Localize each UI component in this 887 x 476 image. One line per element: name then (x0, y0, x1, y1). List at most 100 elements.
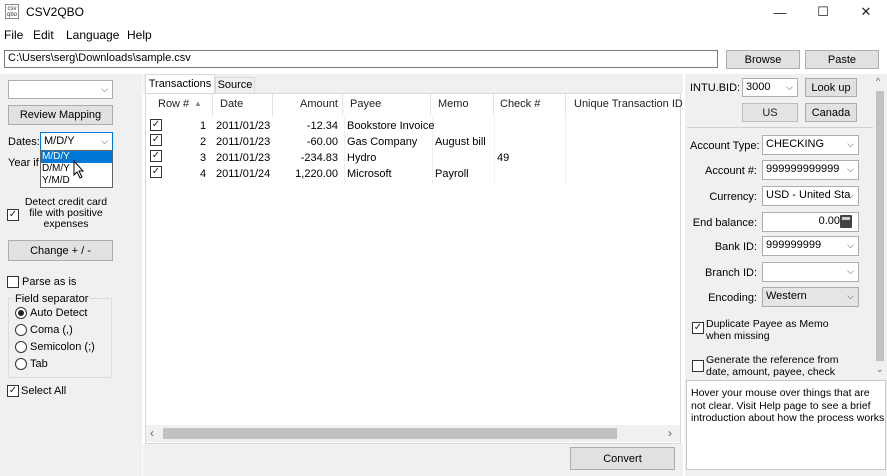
parse-as-is-checkbox[interactable] (7, 276, 19, 288)
lookup-button[interactable]: Look up (805, 78, 857, 97)
row-amount: 1,220.00 (295, 168, 338, 180)
row-checkbox[interactable]: ✓ (150, 119, 162, 131)
scroll-down-icon[interactable]: ⌄ (876, 364, 884, 375)
semicolon-radio[interactable] (15, 341, 27, 353)
row-payee: Gas Company (347, 136, 418, 148)
us-button[interactable]: US (742, 103, 798, 122)
generate-reference-checkbox[interactable] (692, 360, 704, 372)
canada-button[interactable]: Canada (805, 103, 857, 122)
col-header-payee[interactable]: Payee (350, 98, 381, 110)
row-payee: Hydro (347, 152, 377, 164)
row-amount: -60.00 (306, 136, 338, 148)
browse-button[interactable]: Browse (726, 50, 800, 69)
field-separator-group: Field separator Auto Detect Coma (,) Sem… (8, 293, 112, 378)
account-number-select[interactable]: 999999999999 ⌵ (762, 160, 859, 180)
col-header-check[interactable]: Check # (500, 98, 540, 110)
chevron-down-icon: ⌵ (101, 135, 108, 146)
scrollbar-thumb[interactable] (876, 91, 884, 361)
row-memo: Payroll (435, 168, 469, 180)
chevron-down-icon: ⌵ (847, 290, 854, 301)
auto-detect-radio[interactable] (15, 307, 27, 319)
row-number: 1 (200, 120, 207, 132)
row-date: 2011/01/24 (216, 168, 271, 180)
row-check: 49 (497, 152, 510, 164)
row-checkbox[interactable]: ✓ (150, 134, 162, 146)
bank-id-label: Bank ID: (714, 241, 757, 253)
chevron-down-icon: ⌵ (101, 83, 108, 94)
account-type-label: Account Type: (690, 140, 760, 152)
paste-button[interactable]: Paste (805, 50, 879, 69)
col-header-row[interactable]: Row # (158, 98, 189, 110)
convert-button[interactable]: Convert (570, 447, 675, 470)
profile-select[interactable]: ⌵ (8, 80, 113, 99)
branch-id-select[interactable]: ⌵ (762, 262, 859, 282)
chevron-down-icon: ⌵ (847, 163, 854, 174)
change-sign-button[interactable]: Change + / - (8, 240, 113, 261)
menu-language[interactable]: Language (66, 28, 119, 42)
auto-detect-label: Auto Detect (30, 307, 88, 319)
row-number: 2 (200, 136, 207, 148)
currency-label: Currency: (709, 191, 757, 203)
maximize-icon[interactable]: ☐ (803, 0, 843, 24)
row-checkbox[interactable]: ✓ (150, 166, 162, 178)
title-bar: csv qbo CSV2QBO — ☐ ✕ (0, 0, 887, 24)
encoding-select[interactable]: Western ⌵ (762, 287, 859, 307)
row-amount: -234.83 (300, 152, 338, 164)
detect-credit-checkbox[interactable]: ✓ (7, 209, 19, 221)
dates-select[interactable]: M/D/Y ⌵ (40, 132, 113, 151)
row-memo: August bill (435, 136, 486, 148)
scroll-up-icon[interactable]: ^ (876, 76, 880, 86)
row-number: 3 (200, 152, 207, 164)
tab-radio[interactable] (15, 358, 27, 370)
calculator-icon[interactable] (840, 215, 852, 228)
currency-select[interactable]: USD - United Sta ⌵ (762, 186, 859, 206)
row-checkbox[interactable]: ✓ (150, 150, 162, 162)
mouse-cursor-icon (73, 160, 85, 179)
duplicate-payee-label: Duplicate Payee as Memo when missing (706, 318, 829, 342)
chevron-down-icon: ⌵ (786, 81, 793, 92)
col-header-memo[interactable]: Memo (438, 98, 469, 110)
minimize-icon[interactable]: — (760, 0, 800, 24)
right-divider (687, 127, 873, 128)
left-panel: ⌵ Review Mapping Dates: M/D/Y ⌵ Year if M… (0, 74, 142, 476)
bank-id-select[interactable]: 999999999 ⌵ (762, 236, 859, 256)
intu-bid-select[interactable]: 3000 ⌵ (742, 78, 798, 97)
chevron-down-icon: ⌵ (847, 239, 854, 250)
field-separator-label: Field separator (14, 293, 90, 305)
row-date: 2011/01/23 (216, 152, 271, 164)
chevron-down-icon: ⌵ (847, 265, 854, 276)
close-icon[interactable]: ✕ (846, 0, 886, 24)
menu-file[interactable]: File (4, 28, 23, 42)
horizontal-scrollbar[interactable]: ‹ › (146, 425, 680, 442)
col-header-date[interactable]: Date (220, 98, 243, 110)
chevron-down-icon: ⌵ (847, 189, 854, 200)
dates-label: Dates: (8, 136, 40, 148)
coma-radio[interactable] (15, 324, 27, 336)
duplicate-payee-checkbox[interactable]: ✓ (692, 322, 704, 334)
file-path-input[interactable]: C:\Users\serg\Downloads\sample.csv (4, 50, 718, 68)
tab-strip: Transactions Source (143, 74, 683, 94)
help-box: Hover your mouse over things that are no… (686, 380, 886, 470)
right-vertical-scrollbar[interactable]: ^ ⌄ (873, 74, 887, 378)
scroll-right-icon[interactable]: › (668, 426, 672, 440)
encoding-label: Encoding: (708, 292, 757, 304)
col-header-amount[interactable]: Amount (300, 98, 338, 110)
row-number: 4 (200, 168, 207, 180)
menu-edit[interactable]: Edit (33, 28, 54, 42)
tab-source[interactable]: Source (215, 77, 255, 94)
semicolon-label: Semicolon (;) (30, 341, 95, 353)
scroll-left-icon[interactable]: ‹ (150, 426, 154, 440)
app-icon: csv qbo (5, 4, 19, 19)
menu-help[interactable]: Help (127, 28, 152, 42)
select-all-checkbox[interactable]: ✓ (7, 385, 19, 397)
scrollbar-thumb[interactable] (163, 428, 617, 439)
tab-transactions[interactable]: Transactions (145, 74, 215, 94)
review-mapping-button[interactable]: Review Mapping (8, 105, 113, 125)
col-header-unique-id[interactable]: Unique Transaction ID (574, 98, 683, 110)
tab-label: Tab (30, 358, 48, 370)
row-payee: Bookstore Invoice (347, 120, 435, 132)
row-amount: -12.34 (306, 120, 338, 132)
chevron-down-icon: ⌵ (847, 138, 854, 149)
parse-as-is-label: Parse as is (22, 276, 77, 288)
account-type-select[interactable]: CHECKING ⌵ (762, 135, 859, 155)
